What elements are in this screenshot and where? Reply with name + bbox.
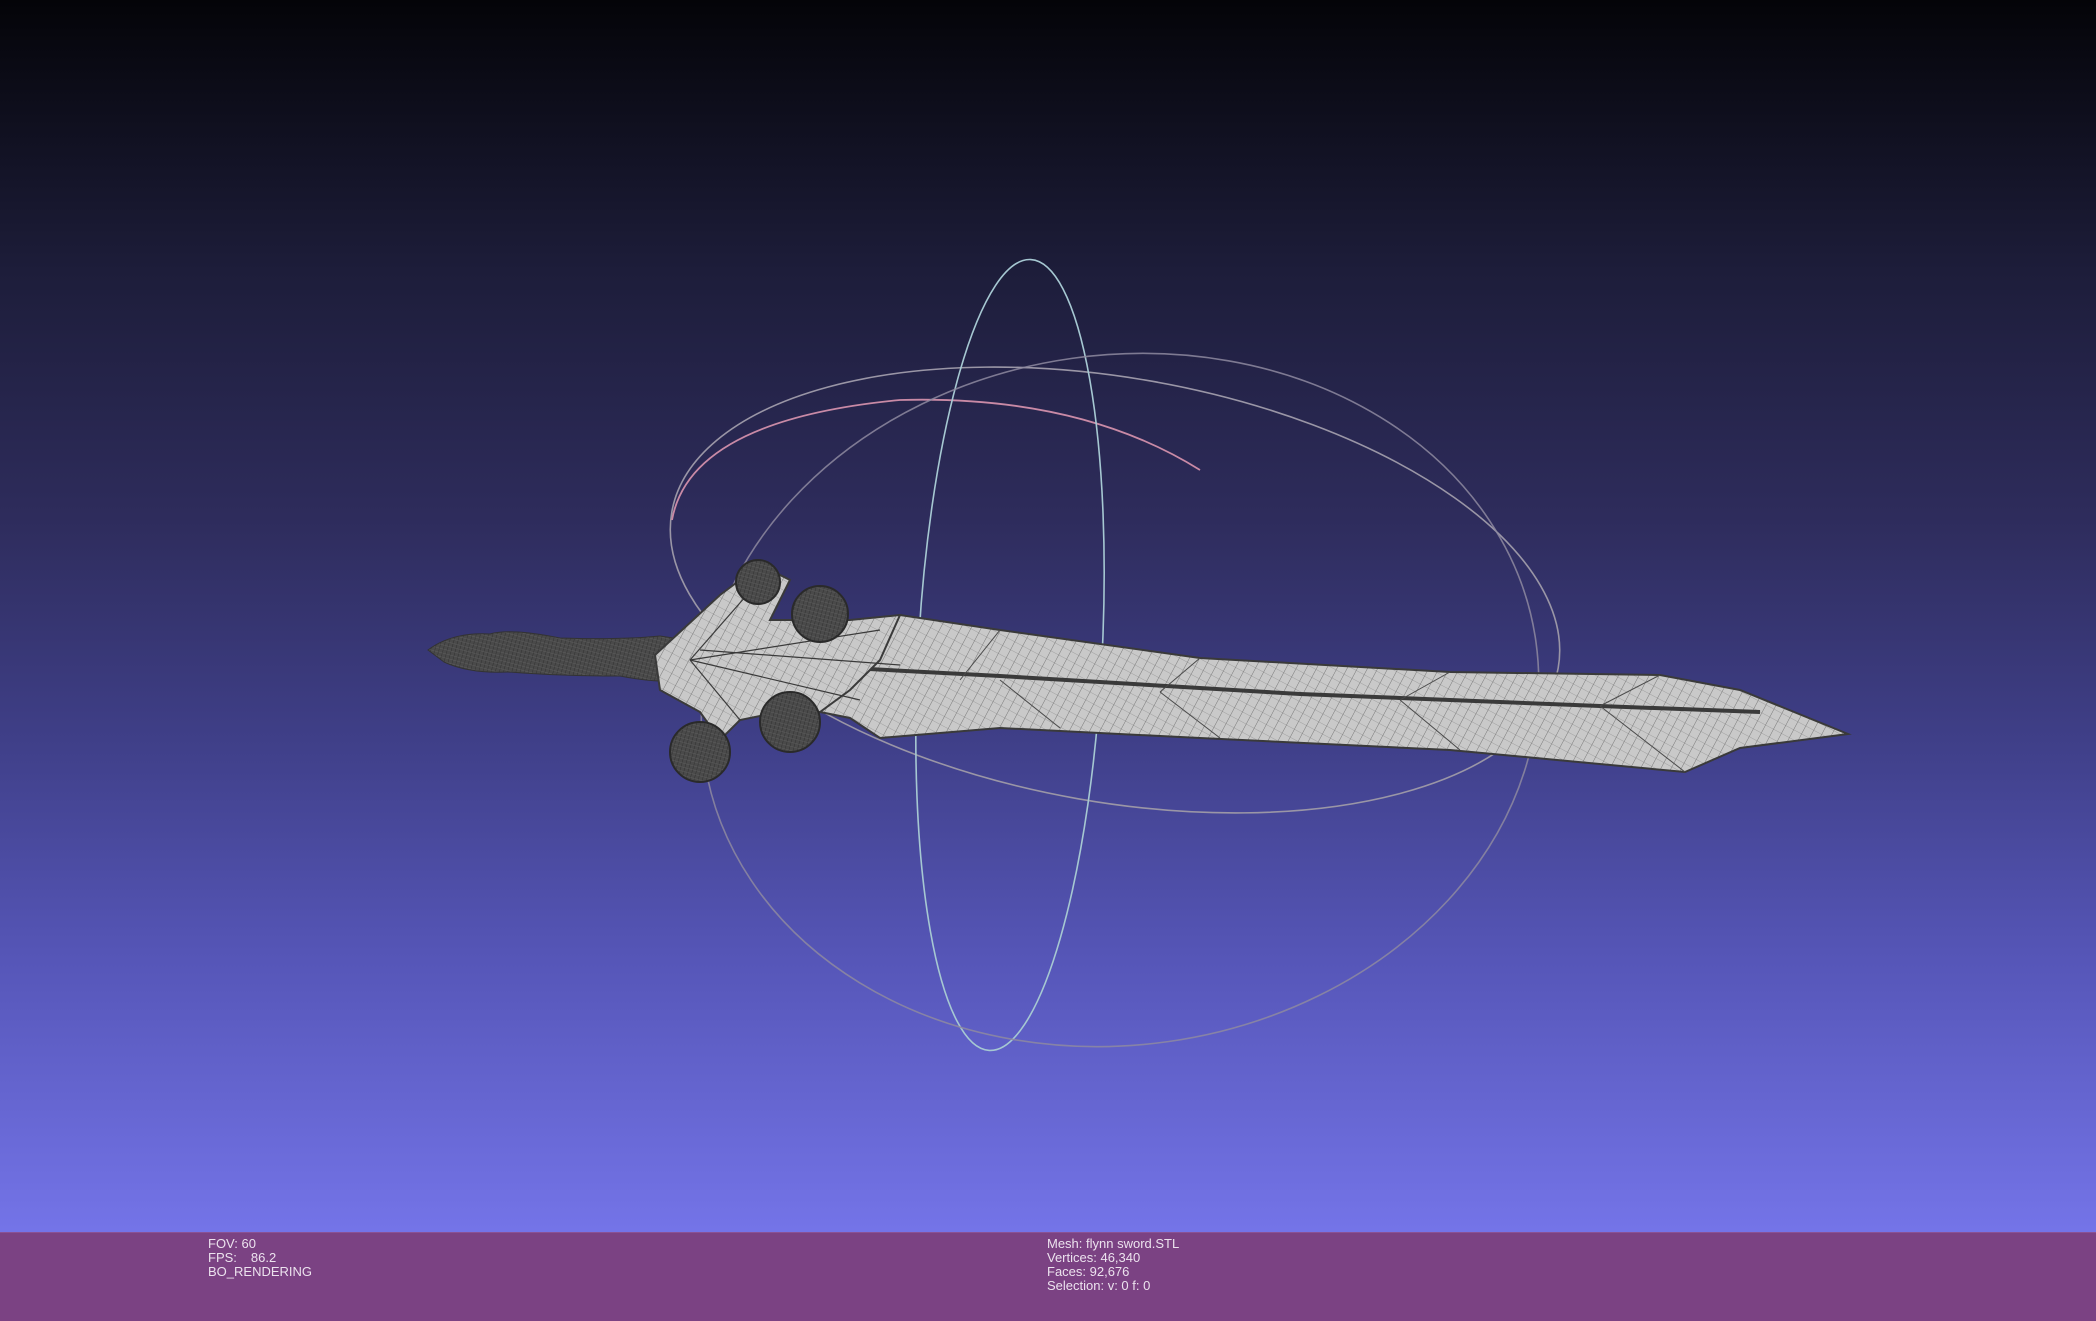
fps-label: FPS: [208,1250,237,1265]
3d-viewport[interactable] [0,0,2096,1232]
mesh-name: Mesh: flynn sword.STL [1047,1236,1180,1251]
sword-mesh[interactable] [427,559,1852,783]
mesh-info: Mesh: flynn sword.STL Vertices: 46,340 F… [1047,1237,1179,1293]
render-info: FOV: 60 FPS: 86.2 BO_RENDERING [208,1237,312,1279]
fps-value: 86.2 [250,1250,277,1265]
selection-info: Selection: v: 0 f: 0 [1047,1278,1151,1293]
render-mode: BO_RENDERING [208,1264,313,1279]
vertex-count: Vertices: 46,340 [1047,1250,1141,1265]
status-info-bar: FOV: 60 FPS: 86.2 BO_RENDERING Mesh: flyn… [0,1232,2096,1321]
gem-bottom [669,721,731,783]
gem-upper-right [791,585,849,643]
fov-readout: FOV: 60 [208,1236,256,1251]
gem-top [735,559,781,605]
scene-svg [427,258,1852,1052]
gem-lower-right [759,691,821,753]
fps-readout: FPS: 86.2 [208,1251,312,1265]
face-count: Faces: 92,676 [1047,1264,1130,1279]
